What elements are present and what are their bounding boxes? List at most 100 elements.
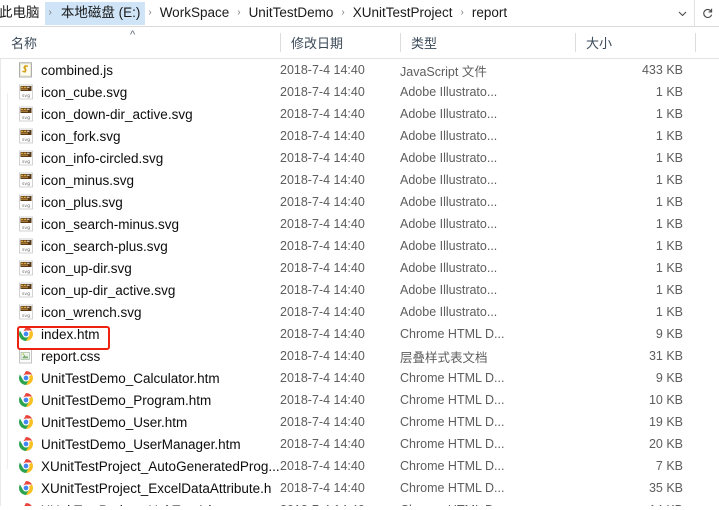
file-name-cell[interactable]: svg icon_cube.svg <box>18 84 280 100</box>
svg-file-icon: svg <box>18 194 34 210</box>
table-row[interactable]: UnitTestDemo_User.htm 2018-7-4 14:40 Chrom… <box>0 411 719 433</box>
breadcrumb-item-3[interactable]: WorkSpace <box>155 2 235 25</box>
file-name-cell[interactable]: UnitTestDemo_User.htm <box>18 414 280 430</box>
chevron-down-icon[interactable] <box>670 0 694 26</box>
chrome-html-icon <box>18 458 34 474</box>
file-name-cell[interactable]: svg icon_plus.svg <box>18 194 280 210</box>
file-name-cell[interactable]: svg icon_wrench.svg <box>18 304 280 320</box>
table-row[interactable]: svg icon_info-circled.svg 2018-7-4 14:40 Ad… <box>0 147 719 169</box>
table-row[interactable]: report.css 2018-7-4 14:40 层叠样式表文档 31 KB <box>0 345 719 367</box>
file-name-label: icon_down-dir_active.svg <box>41 106 193 122</box>
svg-file-icon: svg <box>18 216 34 232</box>
file-list[interactable]: combined.js 2018-7-4 14:40 JavaScript 文件 43… <box>0 59 719 506</box>
svg-text:svg: svg <box>22 182 30 187</box>
file-name-label: UnitTestDemo_Calculator.htm <box>41 370 220 386</box>
file-size-cell: 433 KB <box>641 63 683 77</box>
file-name-label: XUnitTestProject_AutoGeneratedProg... <box>41 458 280 474</box>
breadcrumb[interactable]: 此电脑 › 本地磁盘 (E:) › WorkSpace › UnitTestDemo › XUn… <box>0 0 670 26</box>
file-size-cell: 9 KB <box>655 327 683 341</box>
file-type-cell: Chrome HTML D... <box>400 437 505 451</box>
table-row[interactable]: XUnitTestProject_AutoGeneratedProg... 201… <box>0 455 719 477</box>
file-name-cell[interactable]: svg icon_search-minus.svg <box>18 216 280 232</box>
table-row[interactable]: svg icon_minus.svg 2018-7-4 14:40 Adobe Ill… <box>0 169 719 191</box>
file-name-cell[interactable]: UnitTestDemo_UserManager.htm <box>18 436 280 452</box>
file-name-cell[interactable]: svg icon_fork.svg <box>18 128 280 144</box>
file-name-label: UnitTestDemo_UserManager.htm <box>41 436 241 452</box>
table-row[interactable]: svg icon_up-dir.svg 2018-7-4 14:40 Adobe Il… <box>0 257 719 279</box>
table-row[interactable]: XUnitTestProject_ExcelDataAttribute.h 201… <box>0 477 719 499</box>
file-type-cell: Adobe Illustrato... <box>400 129 498 143</box>
file-name-cell[interactable]: XUnitTestProject_UnitTest1.htm <box>18 502 280 506</box>
table-row[interactable]: combined.js 2018-7-4 14:40 JavaScript 文件 43… <box>0 59 719 81</box>
file-name-cell[interactable]: svg icon_up-dir_active.svg <box>18 282 280 298</box>
table-row[interactable]: UnitTestDemo_Program.htm 2018-7-4 14:40 Ch… <box>0 389 719 411</box>
breadcrumb-item-1[interactable]: 此电脑 <box>0 2 45 25</box>
svg-file-icon: svg <box>18 84 34 100</box>
column-header-date-modified[interactable]: 修改日期 <box>280 27 400 58</box>
table-row[interactable]: svg icon_down-dir_active.svg 2018-7-4 14:4… <box>0 103 719 125</box>
refresh-icon[interactable] <box>694 0 719 26</box>
table-row[interactable]: UnitTestDemo_Calculator.htm 2018-7-4 14:4… <box>0 367 719 389</box>
file-size-cell: 1 KB <box>655 85 683 99</box>
column-header-size[interactable]: 大小 <box>575 27 695 58</box>
file-name-cell[interactable]: XUnitTestProject_AutoGeneratedProg... <box>18 458 280 474</box>
file-size-cell: 1 KB <box>655 217 683 231</box>
column-header-name-label: 名称 <box>11 36 38 51</box>
file-date-cell: 2018-7-4 14:40 <box>280 459 365 473</box>
file-date-cell: 2018-7-4 14:40 <box>280 173 365 187</box>
file-name-cell[interactable]: svg icon_info-circled.svg <box>18 150 280 166</box>
file-name-cell[interactable]: report.css <box>18 348 280 364</box>
file-name-cell[interactable]: combined.js <box>18 62 280 78</box>
address-bar[interactable]: 此电脑 › 本地磁盘 (E:) › WorkSpace › UnitTestDemo › XUn… <box>0 0 719 27</box>
table-row[interactable]: svg icon_plus.svg 2018-7-4 14:40 Adobe Illu… <box>0 191 719 213</box>
column-header-size-label: 大小 <box>586 36 613 51</box>
column-header-row: 名称 ^ 修改日期 类型 大小 <box>0 27 719 59</box>
breadcrumb-item-5[interactable]: XUnitTestProject <box>348 2 458 25</box>
file-size-cell: 1 KB <box>655 283 683 297</box>
table-row[interactable]: svg icon_fork.svg 2018-7-4 14:40 Adobe Illu… <box>0 125 719 147</box>
file-name-label: XUnitTestProject_UnitTest1.htm <box>41 503 231 507</box>
column-header-name[interactable]: 名称 ^ <box>0 27 280 58</box>
file-name-cell[interactable]: svg icon_down-dir_active.svg <box>18 106 280 122</box>
file-type-cell: Adobe Illustrato... <box>400 305 498 319</box>
column-header-date-label: 修改日期 <box>291 36 344 51</box>
file-type-cell: JavaScript 文件 <box>400 64 487 79</box>
file-name-cell[interactable]: svg icon_search-plus.svg <box>18 238 280 254</box>
file-size-cell: 7 KB <box>655 459 683 473</box>
table-row[interactable]: XUnitTestProject_UnitTest1.htm 2018-7-4 1… <box>0 499 719 506</box>
column-header-spacer <box>695 27 719 58</box>
table-row[interactable]: svg icon_wrench.svg 2018-7-4 14:40 Adobe Il… <box>0 301 719 323</box>
file-date-cell: 2018-7-4 14:40 <box>280 283 365 297</box>
file-date-cell: 2018-7-4 14:40 <box>280 503 400 506</box>
chrome-html-icon <box>18 502 34 506</box>
table-row[interactable]: UnitTestDemo_UserManager.htm 2018-7-4 14:… <box>0 433 719 455</box>
file-date-cell: 2018-7-4 14:40 <box>280 437 365 451</box>
breadcrumb-item-6[interactable]: report <box>467 2 512 25</box>
file-type-cell: Chrome HTML D... <box>400 415 505 429</box>
table-row[interactable]: svg icon_up-dir_active.svg 2018-7-4 14:40 A… <box>0 279 719 301</box>
file-name-label: icon_info-circled.svg <box>41 150 164 166</box>
file-type-cell: Chrome HTML D... <box>400 371 505 385</box>
svg-text:svg: svg <box>22 160 30 165</box>
column-header-type[interactable]: 类型 <box>400 27 575 58</box>
breadcrumb-item-2[interactable]: 本地磁盘 (E:) <box>55 1 146 25</box>
file-size-cell: 35 KB <box>648 481 683 495</box>
table-row[interactable]: svg icon_search-plus.svg 2018-7-4 14:40 Ado… <box>0 235 719 257</box>
file-name-cell[interactable]: svg icon_minus.svg <box>18 172 280 188</box>
chrome-html-icon <box>18 326 34 342</box>
file-date-cell: 2018-7-4 14:40 <box>280 349 365 363</box>
file-name-cell[interactable]: XUnitTestProject_ExcelDataAttribute.h <box>18 480 280 496</box>
file-name-cell[interactable]: UnitTestDemo_Program.htm <box>18 392 280 408</box>
file-type-cell: Adobe Illustrato... <box>400 151 498 165</box>
file-name-cell[interactable]: svg icon_up-dir.svg <box>18 260 280 276</box>
file-type-cell: Adobe Illustrato... <box>400 173 498 187</box>
table-row[interactable]: svg icon_cube.svg 2018-7-4 14:40 Adobe Illu… <box>0 81 719 103</box>
file-name-cell[interactable]: index.htm <box>18 326 280 342</box>
breadcrumb-item-4[interactable]: UnitTestDemo <box>244 2 339 25</box>
svg-file-icon: svg <box>18 238 34 254</box>
table-row[interactable]: svg icon_search-minus.svg 2018-7-4 14:40 Ad… <box>0 213 719 235</box>
svg-file-icon: svg <box>18 260 34 276</box>
file-name-cell[interactable]: UnitTestDemo_Calculator.htm <box>18 370 280 386</box>
table-row[interactable]: index.htm 2018-7-4 14:40 Chrome HTML D... 9… <box>0 323 719 345</box>
svg-text:svg: svg <box>22 116 30 121</box>
